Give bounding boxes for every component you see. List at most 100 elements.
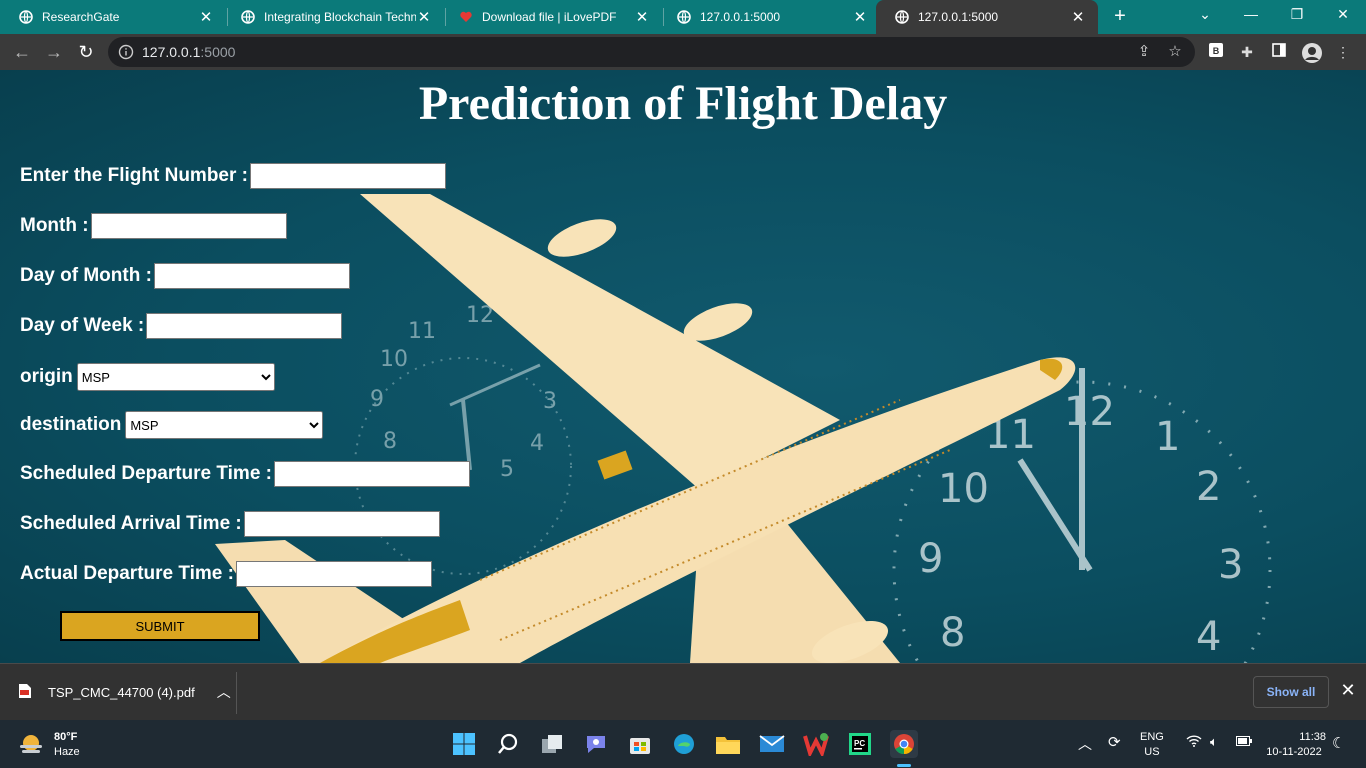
scheduled-arrival-input[interactable] [243, 511, 440, 537]
destination-label: destination [20, 414, 122, 435]
svg-text:3: 3 [543, 389, 557, 414]
pdf-file-icon [18, 683, 32, 702]
tab-localhost-active[interactable]: 127.0.0.1:5000 ✕ [876, 0, 1098, 34]
wifi-icon[interactable] [1186, 735, 1202, 750]
notifications-moon-icon[interactable]: ☾ [1332, 734, 1345, 752]
svg-text:3: 3 [1218, 542, 1243, 588]
reload-icon[interactable]: ↻ [74, 40, 98, 64]
mail-icon[interactable] [758, 730, 786, 758]
volume-icon[interactable]: 🔈︎ [1210, 734, 1218, 750]
scheduled-departure-input[interactable] [274, 461, 470, 487]
actual-departure-input[interactable] [235, 561, 432, 587]
flight-number-input[interactable] [250, 163, 446, 189]
chrome-icon[interactable] [890, 730, 918, 758]
store-icon[interactable] [626, 730, 654, 758]
tab-researchgate[interactable]: ResearchGate ✕ [0, 0, 226, 34]
weather-widget[interactable]: 80°F Haze [18, 730, 80, 760]
back-icon[interactable]: ← [10, 40, 34, 64]
search-icon[interactable] [494, 730, 522, 758]
tab-label: Download file | iLovePDF [482, 10, 617, 24]
tab-search-icon[interactable]: ⌄ [1182, 0, 1228, 30]
close-icon[interactable]: ✕ [852, 8, 868, 26]
origin-row: origin MSP [20, 363, 275, 391]
svg-text:11: 11 [408, 319, 436, 344]
svg-text:10: 10 [380, 347, 408, 372]
clock-date: 10-11-2022 [1266, 746, 1322, 758]
close-icon[interactable]: ✕ [634, 8, 650, 26]
tab-localhost-1[interactable]: 127.0.0.1:5000 ✕ [658, 0, 880, 34]
destination-row: destination MSP [20, 411, 324, 439]
show-all-button[interactable]: Show all [1253, 676, 1329, 708]
download-bar: TSP_CMC_44700 (4).pdf ︿ Show all ✕ [0, 663, 1366, 720]
file-explorer-icon[interactable] [714, 730, 742, 758]
region-code: US [1144, 746, 1160, 758]
scheduled-arrival-label: Scheduled Arrival Time : [20, 513, 242, 534]
site-info-icon[interactable] [118, 44, 134, 60]
close-icon[interactable]: ✕ [416, 8, 432, 26]
chevron-up-icon[interactable]: ︿ [217, 682, 231, 702]
share-icon[interactable]: ⇪ [1135, 43, 1153, 61]
close-icon[interactable]: ✕ [1070, 8, 1086, 26]
flight-number-row: Enter the Flight Number : [20, 163, 446, 189]
svg-text:2: 2 [1196, 464, 1221, 510]
globe-icon [676, 9, 692, 25]
day-of-month-input[interactable] [153, 263, 350, 289]
bookmark-star-icon[interactable]: ☆ [1166, 43, 1184, 61]
menu-kebab-icon[interactable]: ⋮ [1333, 42, 1353, 62]
month-row: Month : [20, 213, 287, 239]
scheduled-departure-row: Scheduled Departure Time : [20, 461, 470, 487]
tab-label: Integrating Blockchain Techn [264, 10, 416, 24]
extension-b-icon[interactable]: B [1206, 42, 1226, 62]
minimize-icon[interactable]: — [1228, 0, 1274, 30]
new-tab-button[interactable]: + [1108, 5, 1132, 29]
day-of-month-label: Day of Month : [20, 265, 152, 286]
clock[interactable]: 11:38 10-11-2022 [1262, 730, 1326, 760]
svg-text:10: 10 [938, 466, 989, 512]
download-item[interactable]: TSP_CMC_44700 (4).pdf ︿ [18, 682, 231, 702]
url-host: 127.0.0.1 [142, 44, 201, 60]
origin-label: origin [20, 366, 73, 387]
battery-icon[interactable] [1236, 736, 1252, 749]
sync-icon[interactable]: ⟳ [1108, 733, 1121, 751]
day-of-week-input[interactable] [146, 313, 343, 339]
flight-number-label: Enter the Flight Number : [20, 165, 248, 186]
globe-icon [894, 9, 910, 25]
scheduled-arrival-row: Scheduled Arrival Time : [20, 511, 440, 537]
start-windows-icon[interactable] [450, 730, 478, 758]
svg-text:1: 1 [1155, 414, 1180, 460]
address-bar[interactable]: 127.0.0.1:5000 ⇪ ☆ [108, 37, 1195, 67]
forward-icon[interactable]: → [42, 40, 66, 64]
globe-icon [18, 9, 34, 25]
close-download-bar-icon[interactable]: ✕ [1338, 680, 1358, 701]
browser-toolbar: ← → ↻ 127.0.0.1:5000 ⇪ ☆ B ✚ ⋮ [0, 34, 1366, 70]
language-indicator[interactable]: ENG US [1140, 730, 1164, 760]
svg-text:5: 5 [500, 457, 514, 482]
restore-icon[interactable]: ❐ [1274, 0, 1320, 30]
extensions-puzzle-icon[interactable]: ✚ [1237, 42, 1257, 62]
tab-ilovepdf[interactable]: Download file | iLovePDF ✕ [440, 0, 662, 34]
tab-blockchain[interactable]: Integrating Blockchain Techn ✕ [222, 0, 444, 34]
teams-chat-icon[interactable] [582, 730, 610, 758]
submit-button[interactable]: SUBMIT [60, 611, 260, 641]
svg-text:8: 8 [940, 610, 965, 656]
download-divider [236, 672, 237, 714]
side-panel-icon[interactable] [1269, 42, 1289, 62]
actual-departure-row: Actual Departure Time : [20, 561, 432, 587]
show-hidden-icons-chevron-icon[interactable]: ︿ [1078, 734, 1092, 754]
globe-icon [240, 9, 256, 25]
destination-select[interactable]: MSP [125, 411, 324, 439]
wps-office-icon[interactable] [802, 730, 830, 758]
edge-browser-icon[interactable] [670, 730, 698, 758]
month-input[interactable] [90, 213, 287, 239]
svg-text:4: 4 [1196, 614, 1221, 660]
url-text: 127.0.0.1:5000 [142, 44, 235, 60]
close-icon[interactable]: ✕ [198, 8, 214, 26]
window-close-icon[interactable]: ✕ [1320, 0, 1366, 30]
pycharm-icon[interactable]: PC [846, 730, 874, 758]
profile-avatar[interactable] [1301, 42, 1322, 63]
url-port: :5000 [200, 44, 236, 60]
haze-weather-icon [18, 733, 44, 758]
task-view-icon[interactable] [538, 730, 566, 758]
weather-desc: Haze [54, 746, 80, 758]
origin-select[interactable]: MSP [76, 363, 275, 391]
